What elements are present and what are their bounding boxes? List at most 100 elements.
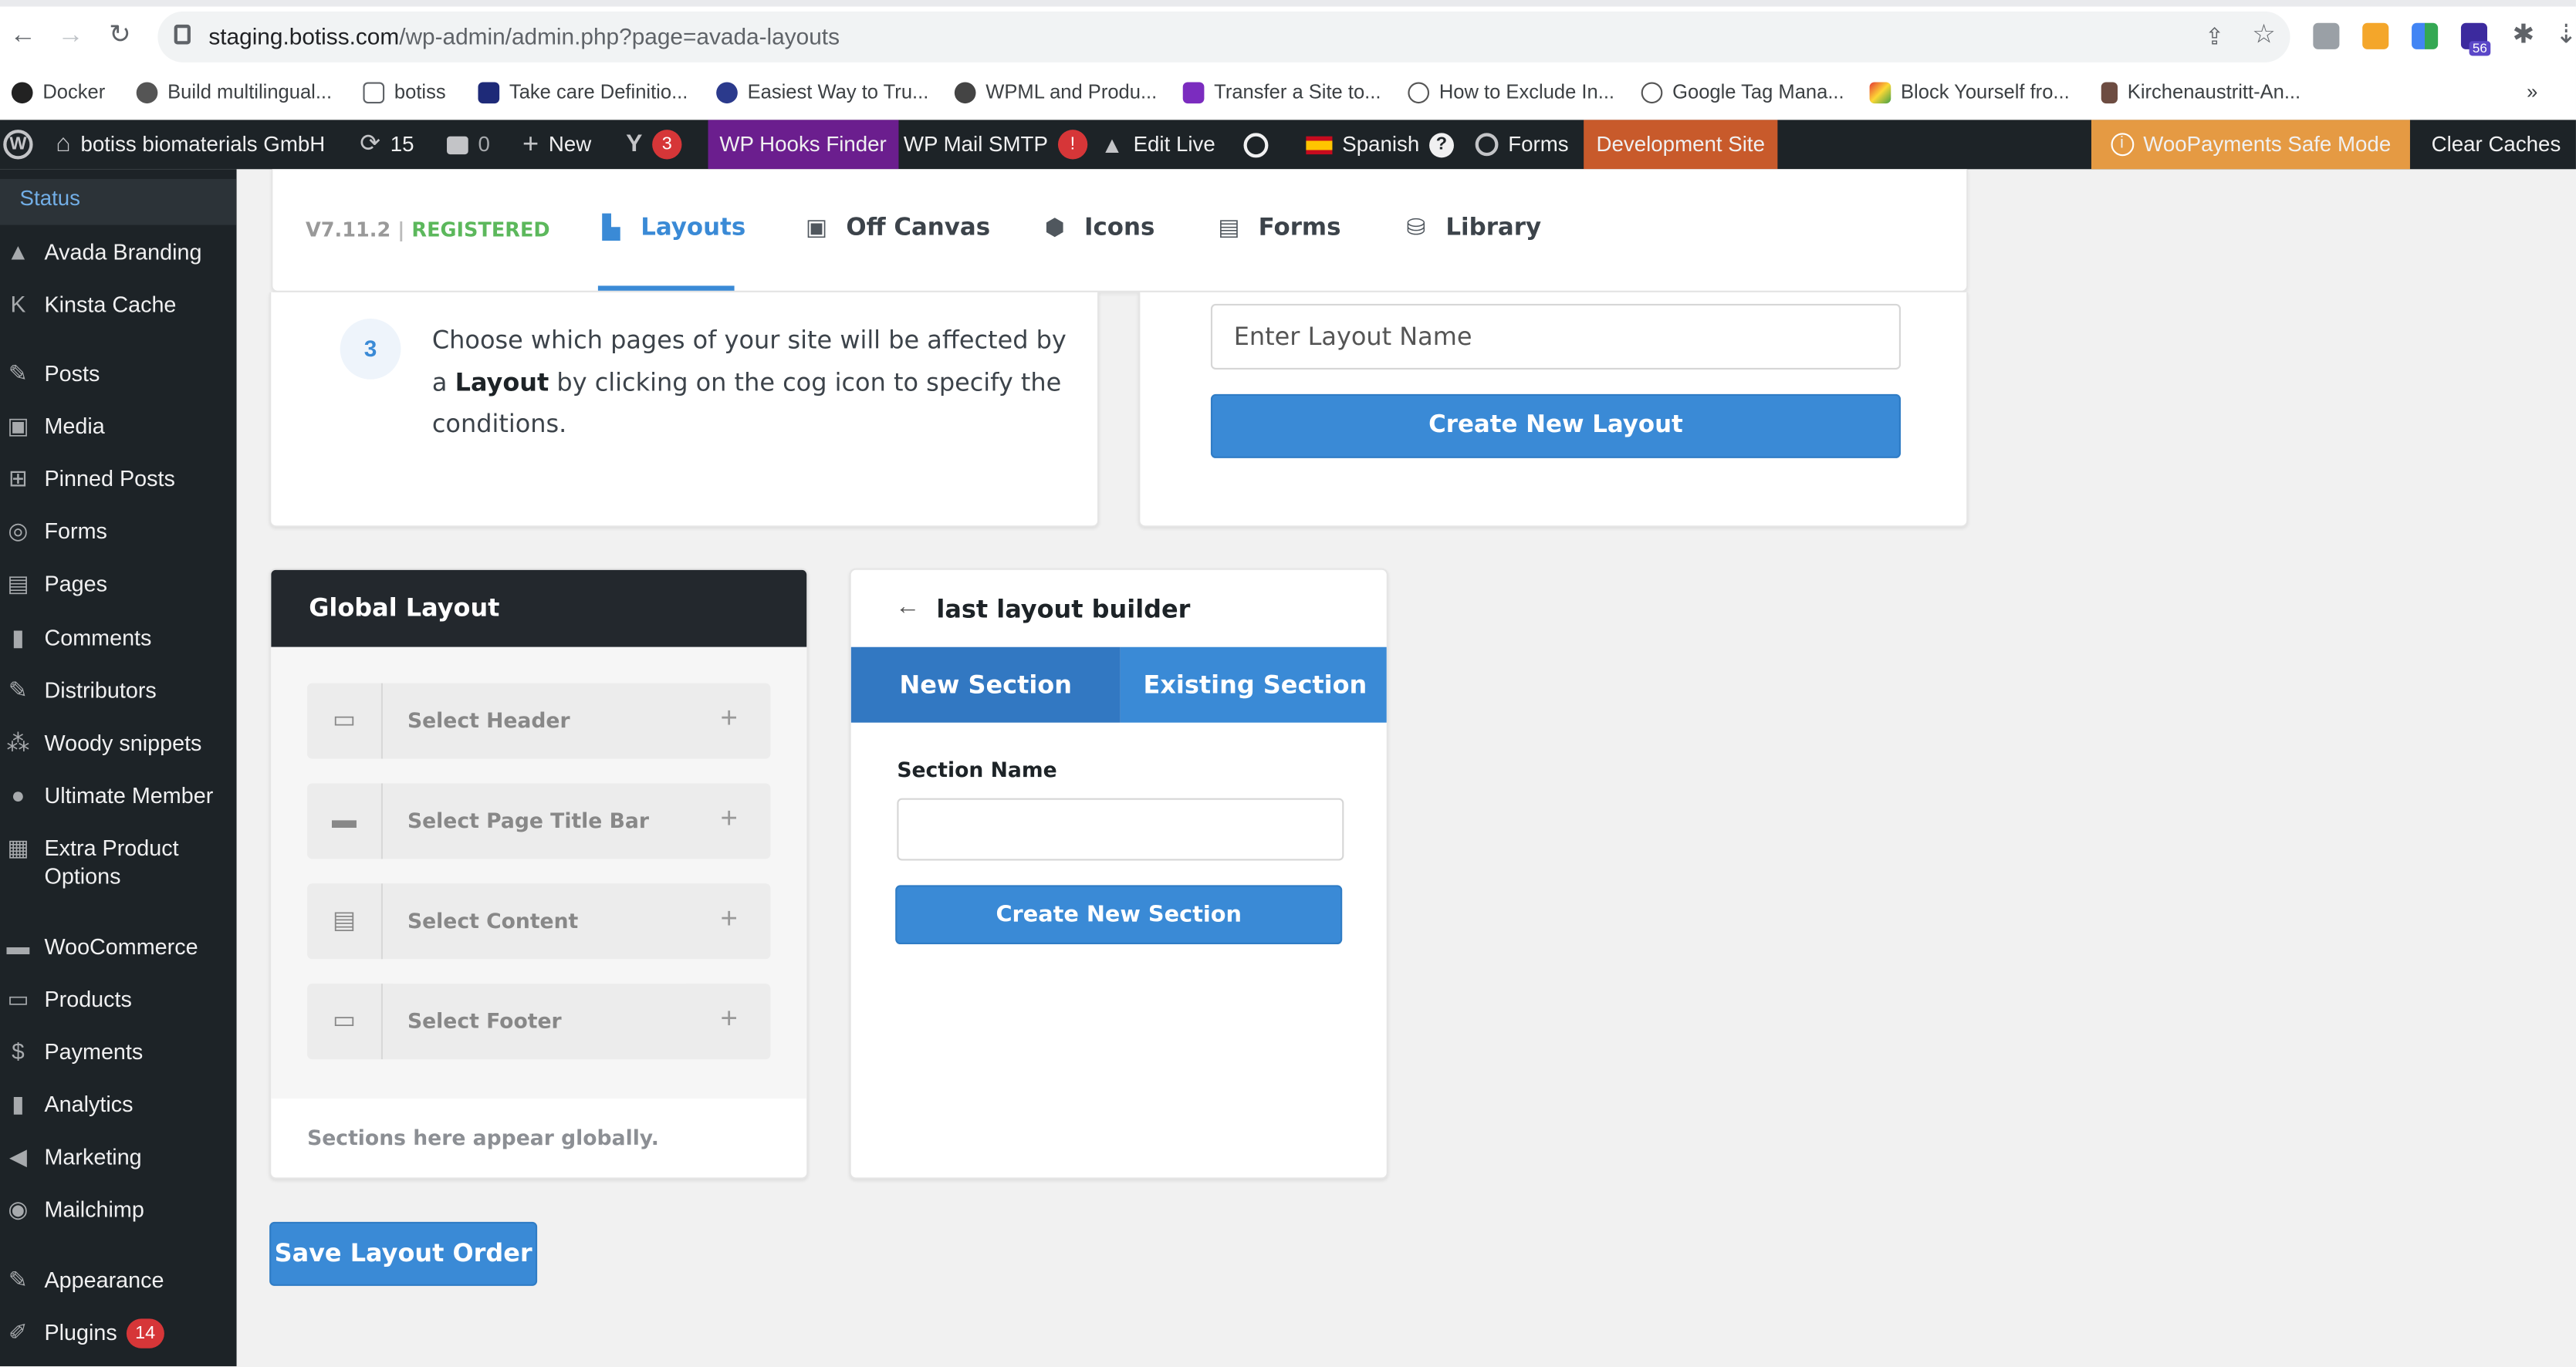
sidebar-item-marketing[interactable]: ◀ Marketing xyxy=(0,1143,237,1171)
sidebar-item-posts[interactable]: ✎ Posts xyxy=(0,359,237,387)
back-arrow-icon[interactable]: ← xyxy=(895,592,920,620)
brush-icon: ✎ xyxy=(8,1266,28,1293)
sidebar-item-comments[interactable]: ▮ Comments xyxy=(0,624,237,652)
sidebar-item-plugins[interactable]: ✐ Plugins 14 xyxy=(0,1318,237,1349)
sidebar-item-status[interactable]: Status xyxy=(0,179,237,225)
tab-existing-section[interactable]: Existing Section xyxy=(1120,646,1387,723)
development-site-badge[interactable]: Development Site xyxy=(1584,120,1778,170)
yoast-link[interactable]: Y3 xyxy=(626,120,682,169)
avada-icon: ▲ xyxy=(1100,131,1124,158)
sidebar-item-forms[interactable]: ◎ Forms xyxy=(0,518,237,545)
sidebar-item-label: Media xyxy=(44,413,105,439)
bookmark-item[interactable]: How to Exclude In... xyxy=(1408,77,1614,106)
url-path: /wp-admin/admin.php?page=avada-layouts xyxy=(399,22,840,49)
sidebar-item-ultimate-member[interactable]: ● Ultimate Member xyxy=(0,781,237,809)
select-footer-slot[interactable]: ▭ Select Footer + xyxy=(307,984,771,1060)
bookmark-item[interactable]: Docker xyxy=(11,77,105,106)
section-name-input[interactable] xyxy=(897,798,1344,861)
bookmark-item[interactable]: Take care Definitio... xyxy=(478,77,688,106)
folder-icon xyxy=(363,81,385,103)
woopayments-safe-mode[interactable]: i WooPayments Safe Mode xyxy=(2091,120,2410,170)
sidebar-item-payments[interactable]: $ Payments xyxy=(0,1038,237,1065)
forms-table-icon: ▤ xyxy=(1218,214,1240,241)
bookmark-item[interactable]: Easiest Way to Tru... xyxy=(716,77,928,106)
mail-ext-icon[interactable] xyxy=(2362,22,2389,49)
bookmark-item[interactable]: Transfer a Site to... xyxy=(1182,77,1381,106)
bookmark-item[interactable]: Build multilingual... xyxy=(136,77,332,106)
tab-off-canvas[interactable]: ▣ Off Canvas xyxy=(803,215,990,241)
star-icon[interactable]: ☆ xyxy=(2247,20,2280,53)
forward-icon[interactable]: → xyxy=(54,20,87,53)
sidebar-item-pinned-posts[interactable]: ⊞ Pinned Posts xyxy=(0,464,237,492)
site-icon xyxy=(1408,81,1430,103)
select-header-slot[interactable]: ▭ Select Header + xyxy=(307,683,771,759)
sidebar-item-analytics[interactable]: ▮ Analytics xyxy=(0,1091,237,1119)
add-icon[interactable]: + xyxy=(720,1002,737,1037)
create-new-section-button[interactable]: Create New Section xyxy=(895,885,1343,945)
tab-library[interactable]: ⛁ Library xyxy=(1403,215,1542,241)
mailchimp-icon: ◉ xyxy=(8,1195,29,1222)
wordpress-logo-icon[interactable]: W xyxy=(3,120,33,169)
dollar-icon: $ xyxy=(12,1038,25,1065)
camera-ext-icon[interactable] xyxy=(2313,22,2340,49)
tab-icons[interactable]: ⬢ Icons xyxy=(1042,215,1155,241)
add-icon[interactable]: + xyxy=(720,902,737,937)
tab-new-section[interactable]: New Section xyxy=(850,646,1121,723)
bookmarks-overflow[interactable]: » xyxy=(2527,77,2537,106)
updates-icon: ⟳ xyxy=(360,130,380,158)
search-icon[interactable] xyxy=(1243,120,1269,169)
puzzle-icon[interactable]: ✱ xyxy=(2507,20,2541,53)
tab-forms[interactable]: ▤ Forms xyxy=(1215,215,1340,241)
sidebar-item-extra-product[interactable]: ▦ Extra Product Options xyxy=(0,834,237,889)
sidebar-item-label: Payments xyxy=(44,1039,144,1065)
create-new-layout-button[interactable]: Create New Layout xyxy=(1210,393,1902,458)
pin-icon: ✎ xyxy=(8,677,28,704)
select-content-slot[interactable]: ▤ Select Content + xyxy=(307,883,771,960)
add-icon[interactable]: + xyxy=(720,802,737,836)
sidebar-item-pages[interactable]: ▤ Pages xyxy=(0,570,237,598)
sidebar-item-products[interactable]: ▭ Products xyxy=(0,985,237,1013)
url-text[interactable]: staging.botiss.com/wp-admin/admin.php?pa… xyxy=(208,23,840,49)
new-content-link[interactable]: + New xyxy=(522,120,591,169)
layout-name-input[interactable]: Enter Layout Name xyxy=(1210,303,1902,370)
sidebar-item-appearance[interactable]: ✎ Appearance xyxy=(0,1266,237,1294)
bookmark-folder[interactable]: botiss xyxy=(363,77,446,106)
language-switcher[interactable]: Spanish? xyxy=(1306,120,1454,169)
save-layout-order-button[interactable]: Save Layout Order xyxy=(269,1221,538,1286)
browser-chrome: ← → ↻ staging.botiss.com/wp-admin/admin.… xyxy=(0,0,2576,120)
select-page-title-bar-slot[interactable]: ▬ Select Page Title Bar + xyxy=(307,783,771,859)
mail-smtp-link[interactable]: WP Mail SMTP! xyxy=(904,120,1088,169)
back-icon[interactable]: ← xyxy=(7,20,40,53)
sidebar-item-mailchimp[interactable]: ◉ Mailchimp xyxy=(0,1196,237,1224)
clear-caches-link[interactable]: Clear Caches xyxy=(2432,120,2561,169)
sidebar-item-label: WooCommerce xyxy=(44,934,198,960)
sidebar-item-woody-snippets[interactable]: ⁂ Woody snippets xyxy=(0,729,237,757)
sidebar-item-avada-branding[interactable]: ▲ Avada Branding xyxy=(0,238,237,266)
pages-icon: ▤ xyxy=(7,569,29,596)
share-icon[interactable]: ⇪ xyxy=(2198,20,2231,53)
hexagon-icon: ⬢ xyxy=(1044,214,1065,241)
bookmark-item[interactable]: Google Tag Mana... xyxy=(1641,77,1844,106)
google-ext-icon[interactable] xyxy=(2412,22,2439,49)
bookmark-item[interactable]: WPML and Produ... xyxy=(954,77,1157,106)
media-icon: ▣ xyxy=(7,412,29,439)
sidebar-item-woocommerce[interactable]: ▬ WooCommerce xyxy=(0,933,237,960)
hooks-finder-link[interactable]: WP Hooks Finder xyxy=(708,120,898,170)
site-name-link[interactable]: ⌂ botiss biomaterials GmbH xyxy=(56,120,325,169)
tab-layouts[interactable]: ▙ Layouts xyxy=(598,215,745,241)
sidebar-item-kinsta-cache[interactable]: K Kinsta Cache xyxy=(0,291,237,319)
add-icon[interactable]: + xyxy=(720,701,737,736)
sidebar-item-media[interactable]: ▣ Media xyxy=(0,412,237,440)
reload-icon[interactable]: ↻ xyxy=(103,20,137,53)
bookmark-item[interactable]: Kirchenaustritt-An... xyxy=(2101,77,2300,106)
download-icon[interactable]: ⇣ xyxy=(2550,20,2576,53)
updates-link[interactable]: ⟳ 15 xyxy=(360,120,414,169)
edit-live-link[interactable]: ▲ Edit Live xyxy=(1100,120,1215,169)
sidebar-item-distributors[interactable]: ✎ Distributors xyxy=(0,677,237,704)
content-icon: ▤ xyxy=(307,883,384,960)
lock-icon xyxy=(174,24,191,45)
forms-link[interactable]: Forms xyxy=(1475,120,1569,169)
kinsta-icon: K xyxy=(10,290,26,317)
comments-link[interactable]: 0 xyxy=(447,120,490,169)
bookmark-item[interactable]: Block Yourself fro... xyxy=(1869,77,2070,106)
